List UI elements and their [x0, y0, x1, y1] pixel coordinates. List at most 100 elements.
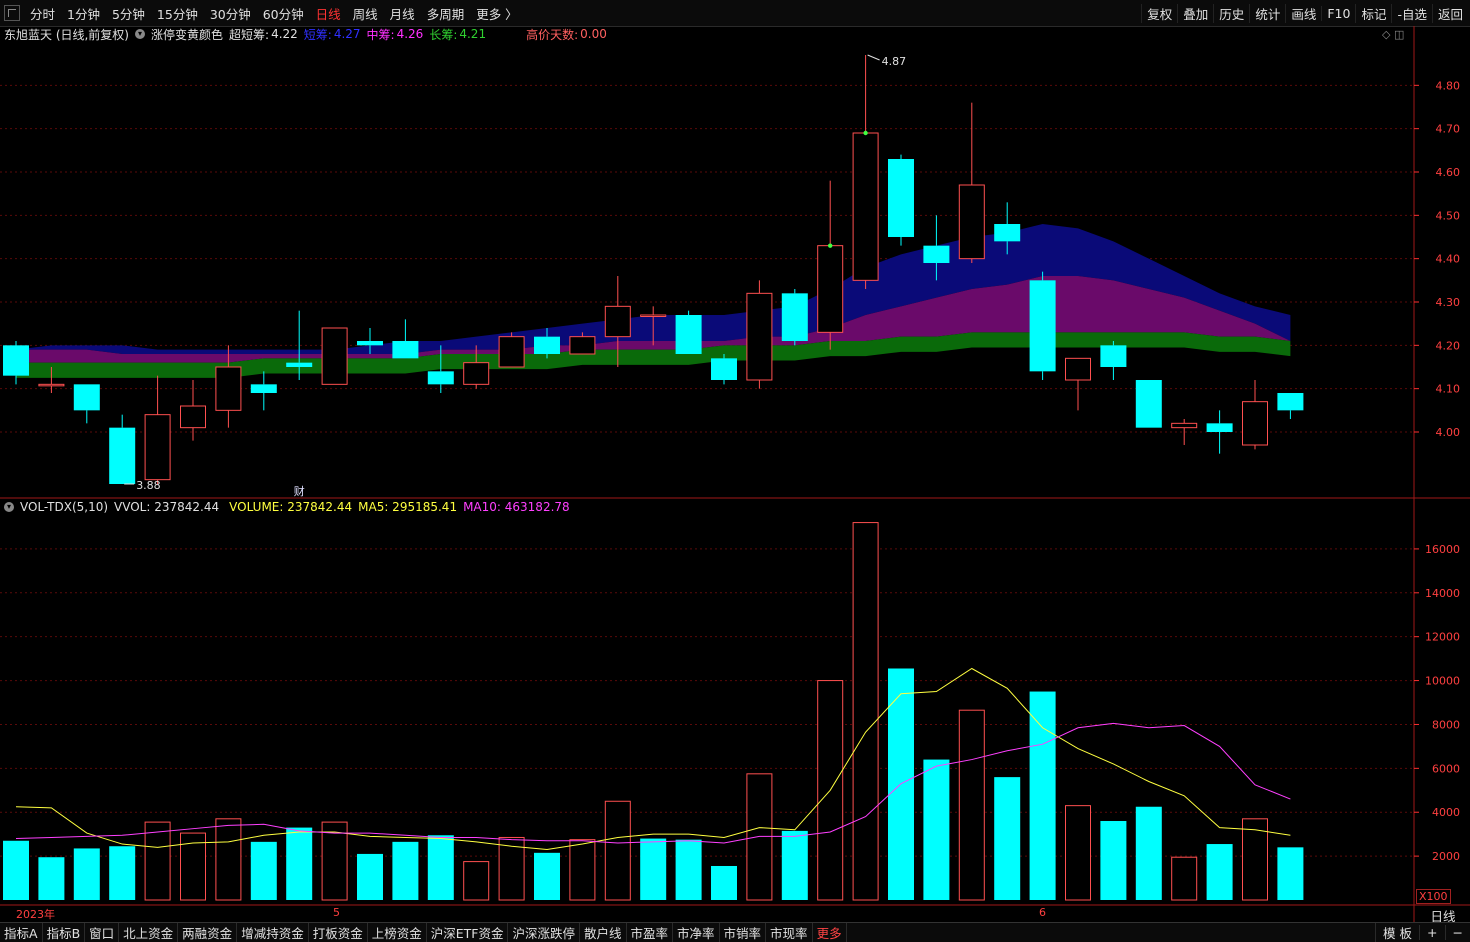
volume-tick-label-6: 14000 [1425, 587, 1460, 600]
bottom-tab-5[interactable]: 增减持资金 [237, 923, 309, 942]
volume-bar-6 [215, 818, 242, 901]
volume-bar-20 [711, 865, 737, 900]
volume-tick-label-2: 6000 [1432, 762, 1460, 775]
candle-body-35 [1242, 401, 1268, 446]
volume-bar-28 [994, 777, 1021, 900]
bottom-tab-13[interactable]: 市销率 [720, 923, 767, 942]
volume-bar-34 [1206, 844, 1233, 900]
bottom-tab-12[interactable]: 市净率 [673, 923, 720, 942]
candle-body-25 [888, 159, 914, 237]
price-tick-label-3: 4.30 [1436, 296, 1461, 309]
candle-body-13 [463, 362, 490, 385]
bottom-tab-9[interactable]: 沪深涨跌停 [508, 923, 580, 942]
volume-bar-3 [109, 846, 136, 900]
volume-tick-label-7: 16000 [1425, 543, 1460, 556]
volume-bar-30 [1065, 805, 1091, 901]
candle-body-18 [640, 314, 667, 317]
candle-body-32 [1135, 380, 1162, 428]
candle-body-26 [923, 245, 950, 263]
candle-body-24 [852, 132, 879, 281]
candle-body-7 [250, 384, 277, 393]
candle-body-20 [711, 358, 737, 380]
price-tick-label-4: 4.40 [1436, 253, 1461, 266]
candle-body-15 [534, 336, 560, 354]
candle-body-3 [109, 427, 136, 484]
volume-bar-24 [852, 522, 879, 901]
kline-chart[interactable]: 4.00 4.10 4.20 4.30 4.40 4.50 4.60 4.70 4.80 2000… [0, 0, 1470, 941]
volume-bar-8 [286, 827, 313, 900]
volume-bar-9 [321, 821, 348, 901]
candle-body-2 [73, 384, 100, 411]
candle-body-12 [427, 371, 454, 385]
candle-body-21 [746, 292, 773, 381]
bottom-tab-8[interactable]: 沪深ETF资金 [427, 923, 509, 942]
volume-bar-22 [781, 830, 808, 900]
candle-body-36 [1277, 393, 1304, 411]
financial-report-marker: 财 [294, 484, 305, 498]
bottom-tab-2[interactable]: 窗口 [85, 923, 120, 942]
volume-ma5-line [15, 667, 1291, 851]
price-tick-label-0: 4.00 [1436, 426, 1461, 439]
candle-body-33 [1171, 422, 1198, 429]
volume-bar-16 [569, 839, 596, 901]
price-tick-label-2: 4.20 [1436, 339, 1461, 352]
date-label-june: 6 [1039, 906, 1046, 919]
candle-body-5 [180, 405, 206, 429]
volume-bar-17 [604, 800, 631, 901]
candle-body-29 [1029, 280, 1056, 372]
candle-body-4 [144, 414, 171, 481]
volume-tick-label-5: 12000 [1425, 631, 1460, 644]
candle-body-9 [321, 327, 348, 385]
bottom-tab-10[interactable]: 散户线 [580, 923, 627, 942]
bottom-control-0[interactable]: 模 板 [1375, 923, 1419, 942]
volume-bar-0 [3, 840, 29, 900]
volume-tick-label-4: 10000 [1425, 675, 1460, 688]
volume-bar-31 [1100, 821, 1127, 900]
indicator-tabs: 指标A 指标B 窗口 北上资金 两融资金 增减持资金 打板资金 上榜资金 沪深ETF资金 沪深涨跌… [0, 923, 847, 942]
volume-bar-36 [1277, 847, 1304, 900]
candle-body-17 [604, 305, 631, 338]
limit-up-dot-0 [828, 243, 833, 248]
bottom-tab-4[interactable]: 两融资金 [178, 923, 238, 942]
volume-tick-label-3: 8000 [1432, 718, 1460, 731]
volume-unit-label: X100 [1416, 889, 1451, 904]
bottom-tab-7[interactable]: 上榜资金 [368, 923, 427, 942]
volume-tick-label-0: 2000 [1432, 850, 1460, 863]
volume-bar-26 [923, 759, 950, 900]
high-price-arrow [867, 54, 880, 61]
volume-bar-21 [746, 773, 773, 901]
price-tick-label-1: 4.10 [1436, 383, 1461, 396]
limit-up-dot-1 [863, 130, 868, 136]
volume-bar-29 [1029, 691, 1056, 900]
volume-bar-12 [427, 835, 454, 900]
bottom-tab-11[interactable]: 市盈率 [627, 923, 674, 942]
volume-bar-4 [144, 821, 171, 901]
bottom-tab-1[interactable]: 指标B [43, 923, 86, 942]
bottom-tab-3[interactable]: 北上资金 [119, 923, 179, 942]
volume-bar-2 [73, 848, 100, 900]
candle-body-1 [38, 383, 65, 387]
volume-ma10-line [15, 722, 1291, 844]
bottom-tab-6[interactable]: 打板资金 [309, 923, 368, 942]
volume-bar-18 [640, 838, 667, 900]
candle-body-30 [1065, 357, 1091, 381]
bottom-control-2[interactable]: − [1444, 925, 1470, 940]
price-tick-label-8: 4.80 [1436, 79, 1461, 92]
bottom-tab-15[interactable]: 更多 [813, 923, 847, 942]
volume-bar-13 [463, 861, 490, 901]
bottom-tab-0[interactable]: 指标A [0, 923, 43, 942]
candle-body-34 [1206, 423, 1233, 432]
volume-bar-19 [675, 839, 702, 900]
bottom-control-1[interactable]: + [1419, 925, 1444, 940]
high-price-label: 4.87 [882, 55, 907, 68]
candle-body-11 [392, 341, 419, 359]
candle-body-10 [357, 341, 383, 346]
volume-tick-label-1: 4000 [1432, 806, 1460, 819]
price-tick-label-7: 4.70 [1436, 123, 1461, 136]
bottom-tab-14[interactable]: 市现率 [766, 923, 813, 942]
date-label-start: 2023年 [16, 908, 55, 921]
candle-body-31 [1100, 345, 1127, 367]
volume-bar-7 [250, 841, 277, 900]
price-tick-label-6: 4.60 [1436, 166, 1461, 179]
candle-body-8 [286, 362, 313, 367]
